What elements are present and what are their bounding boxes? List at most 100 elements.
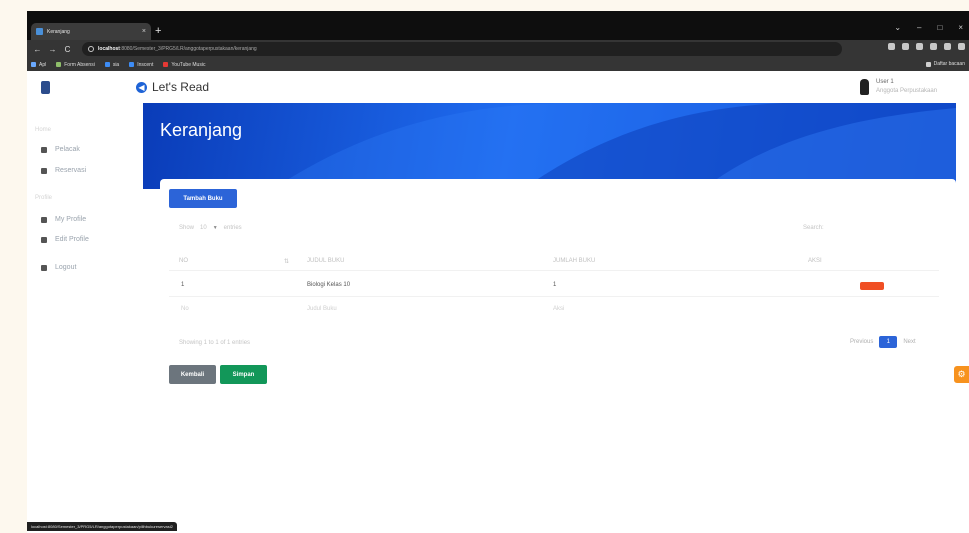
tab-bar: Keranjang × + ⌄ – □ × bbox=[27, 11, 969, 40]
pagination: Previous 1 Next bbox=[850, 336, 916, 348]
user-role: Anggota Perpustakaan bbox=[876, 88, 938, 94]
bookmark-icon bbox=[56, 62, 62, 67]
status-url: localhost:8080/Semester_3/PRG5/LR/anggot… bbox=[27, 522, 177, 531]
status-bar: localhost:8080/Semester_3/PRG5/LR/anggot… bbox=[27, 521, 969, 533]
sidebar-item-label: Logout bbox=[55, 264, 77, 271]
hero-banner: Keranjang bbox=[143, 103, 956, 189]
pagination-page-1[interactable]: 1 bbox=[879, 336, 898, 348]
file-icon bbox=[41, 167, 47, 174]
reading-list-label: Daftar bacaan bbox=[933, 61, 965, 67]
column-header-aksi[interactable]: AKSI bbox=[808, 258, 822, 264]
minimize-button[interactable]: – bbox=[917, 23, 921, 32]
row-divider bbox=[169, 296, 939, 297]
sidebar-section-home: Home bbox=[35, 127, 52, 133]
browser-window: Keranjang × + ⌄ – □ × ← → C localhost :8… bbox=[27, 11, 969, 533]
sidebar-item-my-profile[interactable]: My Profile bbox=[41, 216, 86, 223]
footer-header-no: No bbox=[181, 306, 189, 312]
url-path: :8080/Semester_3/PRG5/LR/anggotaperpusta… bbox=[119, 46, 257, 52]
back-button[interactable]: ← bbox=[33, 45, 42, 54]
app-logo[interactable] bbox=[41, 81, 50, 94]
show-label: Show bbox=[179, 225, 195, 231]
bookmark-item[interactable]: YouTube Music bbox=[163, 62, 205, 68]
bookmark-label: YouTube Music bbox=[171, 61, 206, 68]
profile-icon[interactable] bbox=[958, 43, 965, 50]
column-header-no[interactable]: NO bbox=[179, 258, 188, 264]
maximize-button[interactable]: □ bbox=[937, 23, 942, 32]
save-button[interactable]: Simpan bbox=[220, 365, 267, 384]
table-info: Showing 1 to 1 of 1 entries bbox=[179, 340, 251, 346]
bookmark-star-icon[interactable] bbox=[916, 43, 923, 50]
sidebar-item-logout[interactable]: Logout bbox=[41, 264, 76, 271]
bookmark-icon bbox=[31, 62, 36, 67]
cell-jumlah: 1 bbox=[553, 282, 557, 288]
bookmark-label: sia bbox=[112, 61, 120, 68]
app-area: Home Pelacak Reservasi Profile My Profil… bbox=[27, 71, 969, 521]
reading-list-icon bbox=[925, 61, 931, 67]
sidebar-item-edit-profile[interactable]: Edit Profile bbox=[41, 236, 89, 243]
chevron-down-icon: ▼ bbox=[212, 225, 218, 231]
search-icon bbox=[41, 146, 47, 153]
bookmark-label: Form Absensi bbox=[64, 61, 95, 68]
new-tab-button[interactable]: + bbox=[155, 23, 161, 40]
add-book-button[interactable]: Tambah Buku bbox=[169, 189, 237, 208]
sidebar: Home Pelacak Reservasi Profile My Profil… bbox=[27, 71, 130, 521]
gear-icon[interactable]: ⚙ bbox=[954, 366, 969, 383]
entries-select[interactable]: 10 ▼ bbox=[200, 225, 218, 231]
main-content: ◀ Let's Read User 1 Anggota Perpustakaan… bbox=[130, 71, 969, 521]
search-label: Search: bbox=[803, 225, 824, 231]
avatar[interactable] bbox=[860, 79, 869, 95]
address-bar[interactable]: localhost :8080/Semester_3/PRG5/LR/anggo… bbox=[82, 42, 842, 56]
user-name: User 1 bbox=[876, 79, 894, 85]
browser-tab[interactable]: Keranjang × bbox=[31, 23, 151, 40]
zoom-icon[interactable] bbox=[888, 43, 895, 50]
back-button-kembali[interactable]: Kembali bbox=[169, 365, 216, 384]
footer-header-aksi: Aksi bbox=[553, 306, 565, 312]
entries-length-control: Show 10 ▼ entries bbox=[179, 225, 242, 231]
bookmark-icon bbox=[163, 62, 169, 67]
sidebar-item-label: My Profile bbox=[55, 216, 87, 223]
sort-icon[interactable]: ⇅ bbox=[284, 258, 289, 265]
window-controls: ⌄ – □ × bbox=[894, 23, 963, 32]
site-info-icon[interactable] bbox=[88, 46, 94, 52]
forward-button[interactable]: → bbox=[48, 45, 57, 54]
footer-header-judul: Judul Buku bbox=[307, 306, 337, 312]
puzzle-icon[interactable] bbox=[944, 43, 951, 50]
bookmarks-bar: Apl Form Absensi sia Inscent YouTube Music Da… bbox=[27, 58, 969, 71]
sidebar-item-label: Edit Profile bbox=[55, 236, 89, 243]
url-host: localhost bbox=[98, 46, 120, 52]
back-arrow-icon[interactable]: ◀ bbox=[136, 82, 147, 93]
share-icon[interactable] bbox=[902, 43, 909, 50]
pagination-next[interactable]: Next bbox=[903, 339, 915, 345]
cell-no: 1 bbox=[181, 282, 185, 288]
user-edit-icon bbox=[41, 236, 47, 243]
browser-toolbar: ← → C localhost :8080/Semester_3/PRG5/LR… bbox=[27, 40, 969, 58]
cart-card: Tambah Buku Show 10 ▼ entries Search: NO… bbox=[160, 179, 956, 479]
hero-wave-pattern bbox=[273, 103, 956, 189]
favicon-icon bbox=[36, 28, 43, 35]
pagination-previous[interactable]: Previous bbox=[850, 339, 873, 345]
delete-button[interactable] bbox=[860, 282, 884, 290]
reading-list-button[interactable]: Daftar bacaan bbox=[925, 61, 965, 67]
reload-button[interactable]: C bbox=[63, 45, 72, 54]
page-title: Keranjang bbox=[160, 120, 243, 140]
column-header-jumlah[interactable]: JUMLAH BUKU bbox=[553, 258, 595, 264]
bookmark-item[interactable]: Apl bbox=[31, 62, 46, 68]
close-tab-icon[interactable]: × bbox=[142, 28, 146, 35]
user-icon bbox=[41, 216, 47, 223]
bookmark-label: Apl bbox=[39, 61, 47, 68]
sidebar-item-pelacak[interactable]: Pelacak bbox=[41, 146, 80, 153]
bookmark-icon bbox=[129, 62, 135, 67]
sidebar-item-reservasi[interactable]: Reservasi bbox=[41, 167, 86, 174]
bookmark-item[interactable]: sia bbox=[104, 61, 120, 68]
bookmark-item[interactable]: Inscent bbox=[129, 62, 153, 68]
column-header-judul[interactable]: JUDUL BUKU bbox=[307, 258, 344, 264]
cell-judul: Biologi Kelas 10 bbox=[307, 282, 351, 288]
sidebar-item-label: Reservasi bbox=[55, 167, 87, 174]
close-window-button[interactable]: × bbox=[958, 23, 963, 32]
tab-search-icon[interactable]: ⌄ bbox=[894, 23, 901, 32]
tab-title: Keranjang bbox=[47, 28, 70, 35]
header-divider bbox=[169, 270, 939, 271]
bookmark-item[interactable]: Form Absensi bbox=[56, 62, 95, 68]
extension-icon[interactable] bbox=[930, 43, 937, 50]
sidebar-section-profile: Profile bbox=[35, 195, 53, 201]
